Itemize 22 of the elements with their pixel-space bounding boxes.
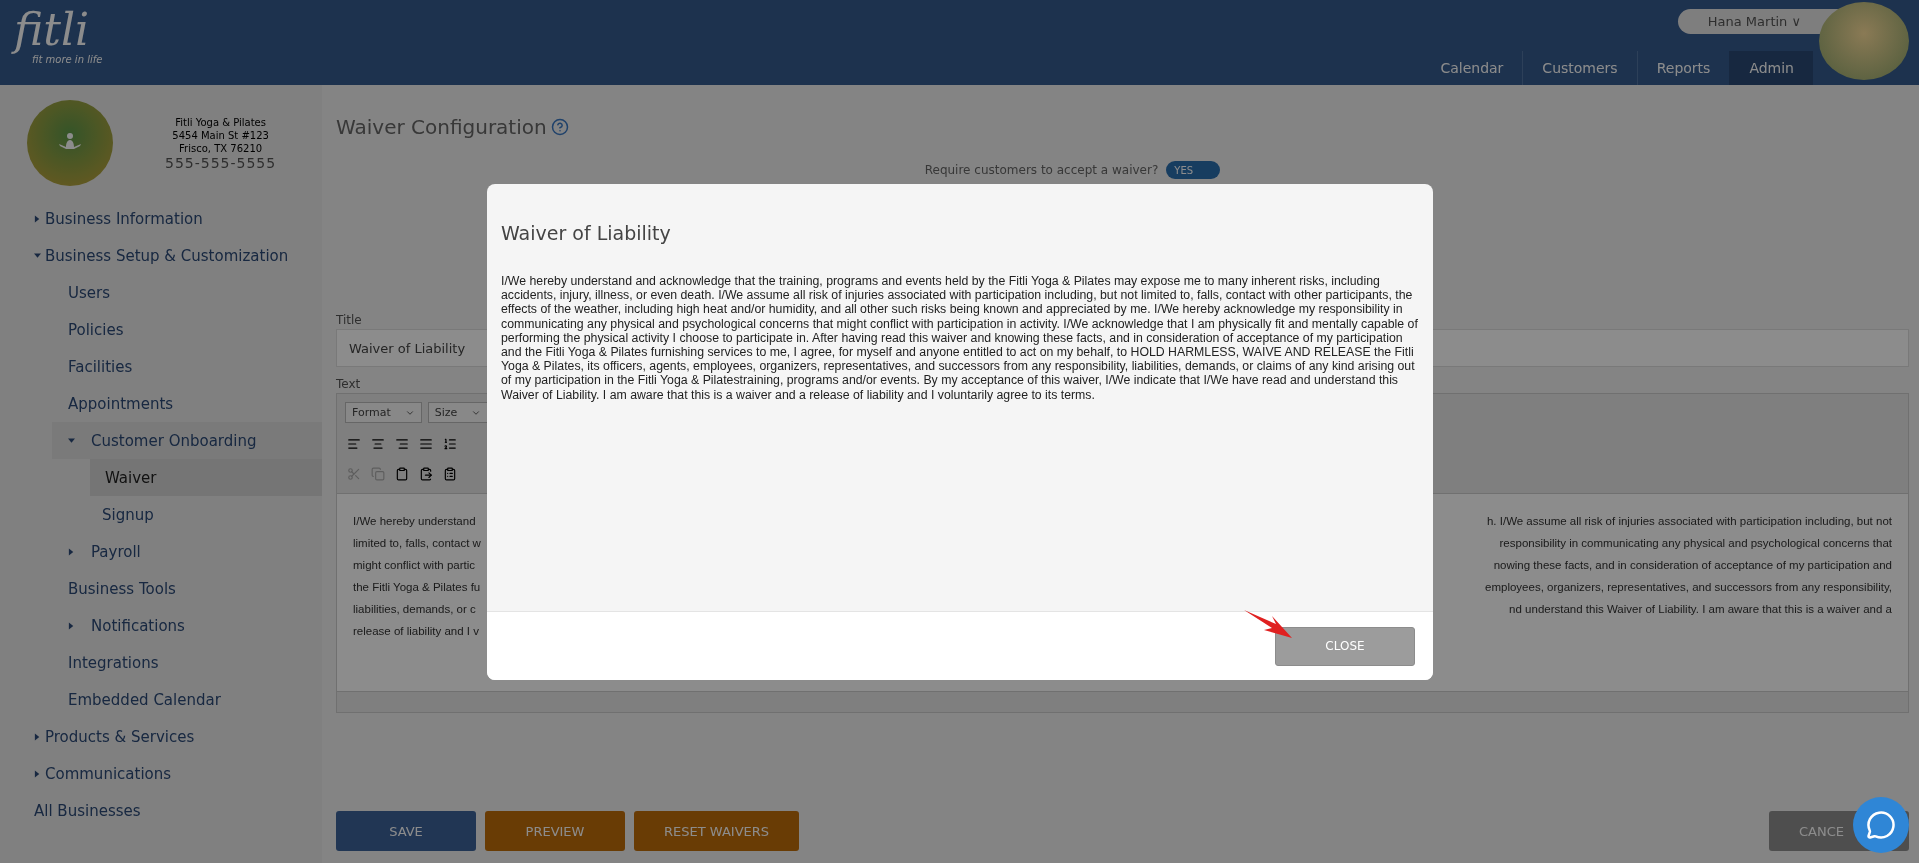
business-phone: 555-555-5555	[165, 154, 277, 171]
page-title: Waiver Configuration	[336, 115, 547, 139]
editor-text: limited to, falls, contact w	[353, 536, 481, 551]
editor-text: liabilities, demands, or c	[353, 602, 476, 617]
field-label: Title	[336, 313, 362, 327]
editor-text: responsibility in communicating any physical and psychological concerns that	[1499, 536, 1892, 551]
editor-text: nd understand this Waiver of Liability. I am aware that this is a waiver and a	[1509, 602, 1892, 617]
dialog-title: Waiver of Liability	[501, 222, 672, 244]
business-address: Frisco, TX 76210	[179, 141, 263, 155]
editor-text: h. I/We assume all risk of injuries associated with participation including, but not	[1486, 514, 1892, 529]
editor-text: I/We hereby understand	[353, 514, 476, 529]
editor-text: nowing these facts, and in consideration of acceptance of my participation and	[1493, 558, 1892, 573]
setting-label: Require customers to accept a waiver?	[924, 163, 1159, 177]
editor-text: the Fitli Yoga & Pilates fu	[353, 580, 481, 595]
logo-tagline: fit more in life	[32, 54, 103, 65]
business-address: 5454 Main St #123	[172, 128, 269, 142]
field-label: Text	[336, 377, 361, 391]
business-name: Fitli Yoga & Pilates	[175, 115, 266, 129]
editor-text: might conflict with partic	[353, 558, 476, 573]
editor-text: employees, organizers, representatives, and successors from any responsibility,	[1485, 580, 1892, 595]
waiver-text: I/We hereby understand and acknowledge that the training, programs and events held by the Fitli Yoga & Pilates may expose me to many inherent risks, including accidents, injury, illness, or even death. I/We assume all risk of injuries associated with participation including, but not limited to, falls, contact with other participants, the effects of the weather, including high heat and/or humidity, and all other such risks being known and appreciated by me. I/We hereby acknowledge my responsibility in communicating any physical and psychological concerns that might conflict with participation in activity. I/We acknowledge that I am physically fit and mentally capable of performing the physical activity I choose to participate in. After having read this waiver and knowing these facts, and in consideration of acceptance of my participation and the Fitli Yoga & Pilates furnishing services to me, I agree, for myself and anyone entitled to act on my behalf, to HOLD HARMLESS, WAIVE AND RELEASE the Fitli Yoga & Pilates, its officers, agents, employees, organizers, representatives, and successors from any responsibility, liabilities, demands, or claims of any kind arising out of my participation in the Fitli Yoga & Pilatestraining, programs and/or events. By my acceptance of this waiver, I/We indicate that I/We have read and understand this Waiver of Liability. I am aware that this is a waiver and a release of liability and I voluntarily agree to its terms.	[501, 274, 1419, 404]
editor-text: release of liability and I v	[353, 624, 479, 639]
